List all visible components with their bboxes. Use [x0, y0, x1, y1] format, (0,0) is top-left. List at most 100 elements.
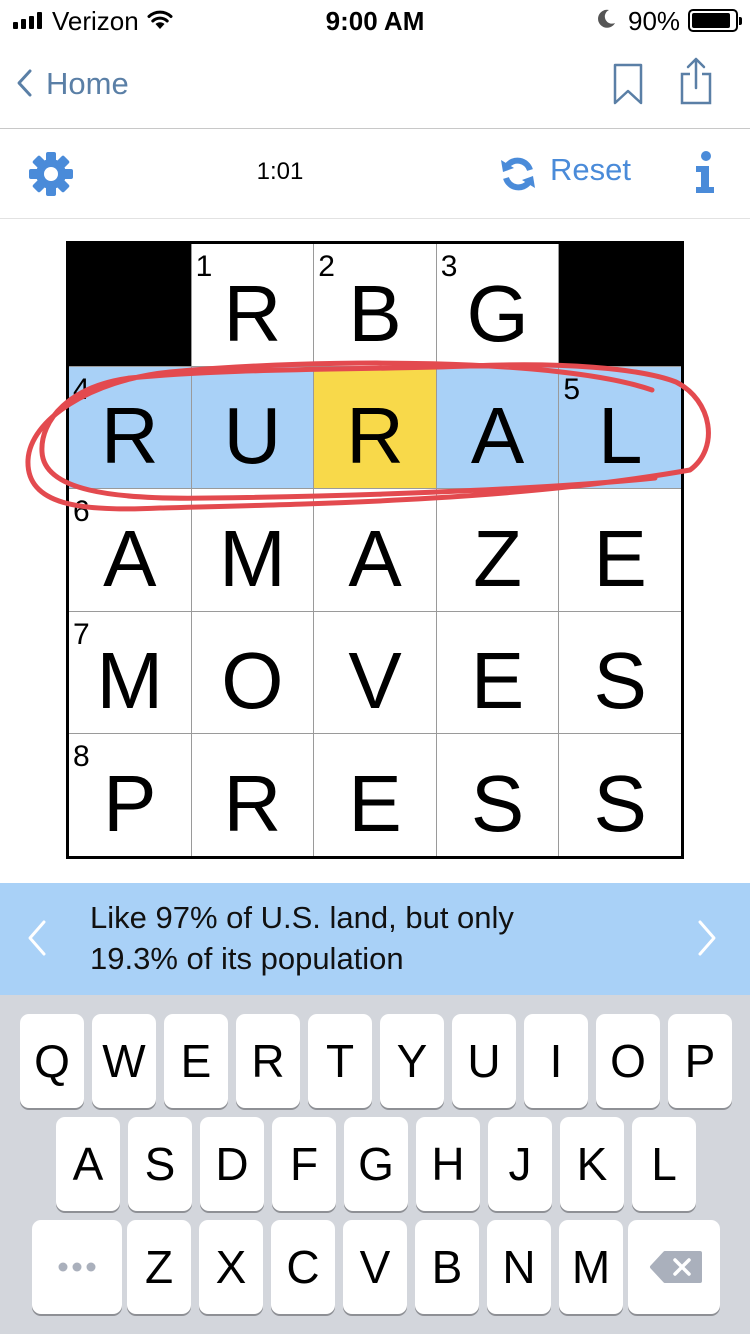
- key-u[interactable]: U: [452, 1014, 516, 1108]
- grid-cell[interactable]: 4R: [69, 366, 191, 489]
- cell-letter: S: [593, 636, 647, 726]
- grid-cell[interactable]: S: [559, 734, 681, 856]
- navigation-bar: Home: [0, 40, 750, 129]
- cell-letter: P: [103, 758, 157, 848]
- home-back-button[interactable]: Home: [46, 66, 129, 102]
- grid-cell[interactable]: 8P: [69, 734, 191, 856]
- grid-cell[interactable]: E: [559, 489, 681, 611]
- key-m[interactable]: M: [559, 1220, 623, 1314]
- reset-button[interactable]: Reset: [550, 152, 631, 188]
- clue-text[interactable]: Like 97% of U.S. land, but only 19.3% of…: [90, 897, 690, 979]
- key-f[interactable]: F: [272, 1117, 336, 1211]
- cell-letter: R: [223, 268, 282, 358]
- cell-letter: U: [223, 391, 282, 481]
- key-q[interactable]: Q: [20, 1014, 84, 1108]
- clue-line-1: Like 97% of U.S. land, but only: [90, 900, 514, 935]
- more-dots-icon[interactable]: [32, 1220, 122, 1314]
- share-icon[interactable]: [678, 56, 714, 106]
- grid-cell[interactable]: S: [436, 734, 559, 856]
- clue-line-2: 19.3% of its population: [90, 941, 404, 976]
- chevron-left-icon[interactable]: [26, 919, 48, 957]
- black-square: [559, 244, 681, 366]
- puzzle-toolbar: 1:01 Reset: [0, 130, 750, 219]
- key-g[interactable]: G: [344, 1117, 408, 1211]
- grid-cell[interactable]: E: [314, 734, 436, 856]
- clue-bar: Like 97% of U.S. land, but only 19.3% of…: [0, 883, 750, 995]
- key-r[interactable]: R: [236, 1014, 300, 1108]
- grid-cell[interactable]: U: [191, 366, 314, 489]
- grid-cell[interactable]: 2B: [314, 244, 436, 366]
- bookmark-icon[interactable]: [612, 62, 644, 106]
- reset-icon[interactable]: [499, 155, 537, 193]
- key-h[interactable]: H: [416, 1117, 480, 1211]
- grid-cell[interactable]: Z: [436, 489, 559, 611]
- grid-cell[interactable]: 5L: [559, 366, 681, 489]
- grid-cell[interactable]: 3G: [436, 244, 559, 366]
- grid-cell[interactable]: 6A: [69, 489, 191, 611]
- grid-cell[interactable]: E: [436, 611, 559, 734]
- cell-letter: A: [348, 513, 402, 603]
- cell-letter: O: [221, 636, 284, 726]
- key-l[interactable]: L: [632, 1117, 696, 1211]
- grid-cell[interactable]: A: [314, 489, 436, 611]
- cell-letter: M: [219, 513, 286, 603]
- key-y[interactable]: Y: [380, 1014, 444, 1108]
- key-b[interactable]: B: [415, 1220, 479, 1314]
- cell-letter: R: [223, 758, 282, 848]
- grid-cell[interactable]: O: [191, 611, 314, 734]
- cell-letter: A: [470, 391, 525, 481]
- gear-icon[interactable]: [27, 150, 75, 198]
- cell-letter: L: [597, 391, 643, 481]
- key-n[interactable]: N: [487, 1220, 551, 1314]
- cell-letter: V: [348, 636, 402, 726]
- key-p[interactable]: P: [668, 1014, 732, 1108]
- backspace-icon[interactable]: [628, 1220, 720, 1314]
- chevron-left-icon[interactable]: [15, 68, 33, 98]
- key-i[interactable]: I: [524, 1014, 588, 1108]
- grid-cell[interactable]: V: [314, 611, 436, 734]
- cell-letter: R: [100, 391, 159, 481]
- grid-cell[interactable]: M: [191, 489, 314, 611]
- key-a[interactable]: A: [56, 1117, 120, 1211]
- cell-letter: S: [593, 758, 647, 848]
- cell-letter: B: [348, 268, 402, 358]
- cell-letter: G: [466, 268, 529, 358]
- grid-cell[interactable]: S: [559, 611, 681, 734]
- cell-letter: E: [593, 513, 647, 603]
- cell-letter: Z: [473, 513, 523, 603]
- active-cell[interactable]: R: [314, 366, 436, 489]
- status-bar: Verizon 9:00 AM 90%: [0, 0, 750, 40]
- key-d[interactable]: D: [200, 1117, 264, 1211]
- cell-letter: A: [103, 513, 157, 603]
- grid-cell[interactable]: R: [191, 734, 314, 856]
- moon-icon: [598, 9, 615, 28]
- cell-letter: M: [96, 636, 164, 726]
- grid-cells: 1R2B3G4RURA5L6AMAZE7MOVES8PRESS: [69, 244, 681, 856]
- grid-cell[interactable]: A: [436, 366, 559, 489]
- key-c[interactable]: C: [271, 1220, 335, 1314]
- battery-percent: 90%: [628, 6, 681, 36]
- key-v[interactable]: V: [343, 1220, 407, 1314]
- grid-cell[interactable]: 7M: [69, 611, 191, 734]
- crossword-grid: 1R2B3G4RURA5L6AMAZE7MOVES8PRESS: [66, 241, 684, 859]
- key-e[interactable]: E: [164, 1014, 228, 1108]
- grid-cell[interactable]: 1R: [191, 244, 314, 366]
- chevron-right-icon[interactable]: [696, 919, 718, 957]
- key-k[interactable]: K: [560, 1117, 624, 1211]
- key-o[interactable]: O: [596, 1014, 660, 1108]
- puzzle-timer[interactable]: 1:01: [230, 158, 330, 186]
- key-s[interactable]: S: [128, 1117, 192, 1211]
- key-j[interactable]: J: [488, 1117, 552, 1211]
- info-icon[interactable]: [693, 150, 717, 194]
- key-z[interactable]: Z: [127, 1220, 191, 1314]
- keyboard: QWERTYUIOP ASDFGHJKL ZXCVBNM: [0, 995, 750, 1334]
- battery-icon: [688, 9, 742, 32]
- black-square: [69, 244, 191, 366]
- cell-letter: R: [346, 391, 404, 481]
- cell-letter: E: [470, 636, 525, 726]
- cell-letter: E: [348, 758, 402, 848]
- cell-letter: S: [470, 758, 525, 848]
- key-x[interactable]: X: [199, 1220, 263, 1314]
- key-t[interactable]: T: [308, 1014, 372, 1108]
- key-w[interactable]: W: [92, 1014, 156, 1108]
